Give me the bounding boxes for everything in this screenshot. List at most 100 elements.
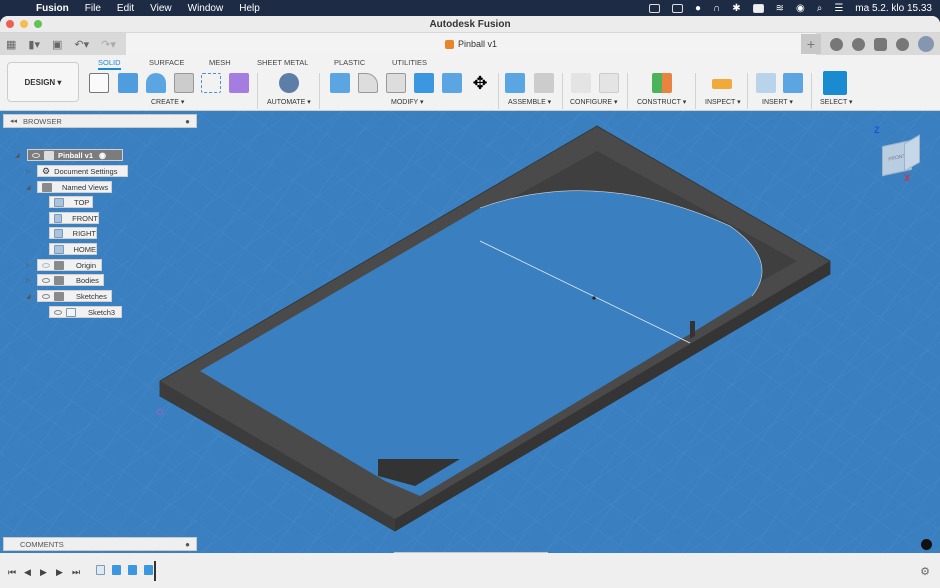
menu-edit[interactable]: Edit bbox=[117, 3, 134, 14]
battery-icon[interactable] bbox=[752, 3, 764, 13]
active-radio-icon[interactable]: ◉ bbox=[99, 151, 106, 160]
save-icon[interactable]: ▣ bbox=[52, 38, 62, 51]
joint-icon[interactable] bbox=[534, 73, 554, 93]
play-icon[interactable]: ▶ bbox=[40, 567, 47, 578]
file-menu-icon[interactable]: ▮▾ bbox=[28, 38, 40, 51]
fillet-icon[interactable] bbox=[358, 73, 378, 93]
step-forward-icon[interactable]: ▶ bbox=[56, 567, 63, 578]
menu-fusion[interactable]: Fusion bbox=[36, 3, 69, 14]
notifications-bell-icon[interactable] bbox=[874, 37, 887, 51]
insert-derive-icon[interactable] bbox=[756, 73, 776, 93]
modify-group-label[interactable]: MODIFY ▾ bbox=[391, 98, 424, 106]
visibility-eye-icon[interactable] bbox=[42, 277, 50, 283]
step-back-icon[interactable]: ◀ bbox=[24, 567, 31, 578]
automate-icon[interactable] bbox=[279, 73, 299, 93]
undo-icon[interactable]: ↶▾ bbox=[74, 38, 89, 51]
timeline-settings-gear-icon[interactable]: ⚙ bbox=[920, 565, 930, 578]
data-panel-grid-icon[interactable]: ▦ bbox=[6, 38, 16, 51]
go-to-start-icon[interactable]: ⏮ bbox=[8, 567, 16, 578]
visibility-eye-icon[interactable] bbox=[54, 309, 62, 315]
expand-icon[interactable]: ▷ bbox=[26, 168, 31, 175]
screen-mirror-icon[interactable] bbox=[648, 3, 660, 13]
hole-icon[interactable] bbox=[174, 73, 194, 93]
create-group-label[interactable]: CREATE ▾ bbox=[151, 98, 184, 106]
expand-root-icon[interactable]: ◢ bbox=[15, 152, 20, 159]
move-copy-icon[interactable]: ✥ bbox=[470, 73, 490, 93]
user-icon[interactable]: ◉ bbox=[796, 3, 805, 14]
timeline-sketch-icon[interactable] bbox=[96, 565, 105, 575]
clock[interactable]: ma 5.2. klo 15.33 bbox=[855, 3, 932, 14]
help-icon[interactable] bbox=[896, 37, 909, 51]
pattern-icon[interactable] bbox=[201, 73, 221, 93]
timeline-marker[interactable] bbox=[154, 561, 156, 581]
configure-group-label[interactable]: CONFIGURE ▾ bbox=[570, 98, 617, 106]
tab-sheet-metal[interactable]: SHEET METAL bbox=[257, 58, 308, 67]
construct-group-label[interactable]: CONSTRUCT ▾ bbox=[637, 98, 686, 106]
visibility-eye-icon[interactable] bbox=[32, 152, 40, 158]
browser-root-node[interactable]: Pinball v1 ◉ bbox=[27, 149, 123, 161]
bluetooth-icon[interactable]: ✱ bbox=[732, 3, 740, 14]
automate-group-label[interactable]: AUTOMATE ▾ bbox=[267, 98, 311, 106]
inspect-group-label[interactable]: INSPECT ▾ bbox=[705, 98, 741, 106]
tab-mesh[interactable]: MESH bbox=[209, 58, 231, 67]
browser-item-bodies[interactable]: Bodies bbox=[37, 274, 104, 286]
new-component-icon[interactable] bbox=[505, 73, 525, 93]
elephant-icon[interactable]: ● bbox=[695, 3, 701, 14]
new-tab-button[interactable]: + bbox=[801, 34, 821, 54]
menu-window[interactable]: Window bbox=[188, 3, 224, 14]
browser-item-named-views[interactable]: Named Views bbox=[37, 181, 112, 193]
browser-item-view-top[interactable]: TOP bbox=[49, 196, 93, 208]
comments-panel-header[interactable]: COMMENTS ● bbox=[3, 537, 197, 551]
browser-item-view-front[interactable]: FRONT bbox=[49, 212, 99, 224]
browser-item-sketches[interactable]: Sketches bbox=[37, 290, 112, 302]
arch-icon[interactable]: ∩ bbox=[713, 3, 720, 14]
document-tab[interactable]: Pinball v1 × bbox=[126, 33, 816, 55]
extrude-icon[interactable] bbox=[118, 73, 138, 93]
select-group-label[interactable]: SELECT ▾ bbox=[820, 98, 853, 106]
viewcube[interactable]: FRONT Z X bbox=[874, 125, 922, 183]
browser-item-view-right[interactable]: RIGHT bbox=[49, 227, 97, 239]
menu-help[interactable]: Help bbox=[239, 3, 260, 14]
visibility-hidden-icon[interactable] bbox=[42, 262, 50, 268]
menu-file[interactable]: File bbox=[85, 3, 101, 14]
add-comment-icon[interactable]: ● bbox=[185, 540, 190, 549]
expand-icon[interactable]: ▷ bbox=[26, 262, 31, 269]
collapse-panel-icon[interactable]: ◂◂ bbox=[10, 117, 17, 125]
workspace-switcher[interactable]: DESIGN ▾ bbox=[7, 62, 79, 102]
user-avatar[interactable] bbox=[918, 36, 934, 52]
model-canvas[interactable] bbox=[0, 111, 940, 553]
wifi-icon[interactable]: ≋ bbox=[776, 3, 784, 14]
press-pull-icon[interactable] bbox=[330, 73, 350, 93]
browser-item-origin[interactable]: Origin bbox=[37, 259, 102, 271]
insert-group-label[interactable]: INSERT ▾ bbox=[762, 98, 793, 106]
collapse-icon[interactable]: ◢ bbox=[26, 293, 31, 300]
collapse-icon[interactable]: ◢ bbox=[26, 184, 31, 191]
timeline-extrude-icon[interactable] bbox=[112, 565, 121, 575]
configuration-table-icon[interactable] bbox=[599, 73, 619, 93]
performance-gauge-icon[interactable] bbox=[921, 539, 932, 550]
combine-icon[interactable] bbox=[414, 73, 434, 93]
display-icon[interactable] bbox=[671, 3, 683, 13]
timeline-extrude-icon[interactable] bbox=[128, 565, 137, 575]
create-sketch-icon[interactable] bbox=[89, 73, 109, 93]
3d-viewport[interactable]: ◂◂ BROWSER ● ◢ Pinball v1 ◉ ▷ ⚙ Document… bbox=[0, 111, 940, 553]
construct-plane-icon[interactable] bbox=[652, 73, 672, 93]
job-status-icon[interactable] bbox=[852, 37, 865, 51]
tab-utilities[interactable]: UTILITIES bbox=[392, 58, 427, 67]
browser-item-view-home[interactable]: HOME bbox=[49, 243, 97, 255]
extensions-icon[interactable] bbox=[830, 37, 843, 51]
menu-view[interactable]: View bbox=[150, 3, 172, 14]
visibility-eye-icon[interactable] bbox=[42, 293, 50, 299]
browser-item-sketch3[interactable]: Sketch3 bbox=[49, 306, 122, 318]
timeline-extrude-icon[interactable] bbox=[144, 565, 153, 575]
create-form-icon[interactable] bbox=[229, 73, 249, 93]
configure-icon[interactable] bbox=[571, 73, 591, 93]
control-center-icon[interactable]: ☰ bbox=[834, 3, 843, 14]
insert-canvas-icon[interactable] bbox=[783, 73, 803, 93]
assemble-group-label[interactable]: ASSEMBLE ▾ bbox=[508, 98, 551, 106]
redo-icon[interactable]: ↷▾ bbox=[101, 38, 116, 51]
tab-plastic[interactable]: PLASTIC bbox=[334, 58, 365, 67]
browser-panel-header[interactable]: ◂◂ BROWSER ● bbox=[3, 114, 197, 128]
pin-icon[interactable]: ● bbox=[185, 117, 190, 126]
search-icon[interactable]: ⌕ bbox=[817, 3, 823, 14]
